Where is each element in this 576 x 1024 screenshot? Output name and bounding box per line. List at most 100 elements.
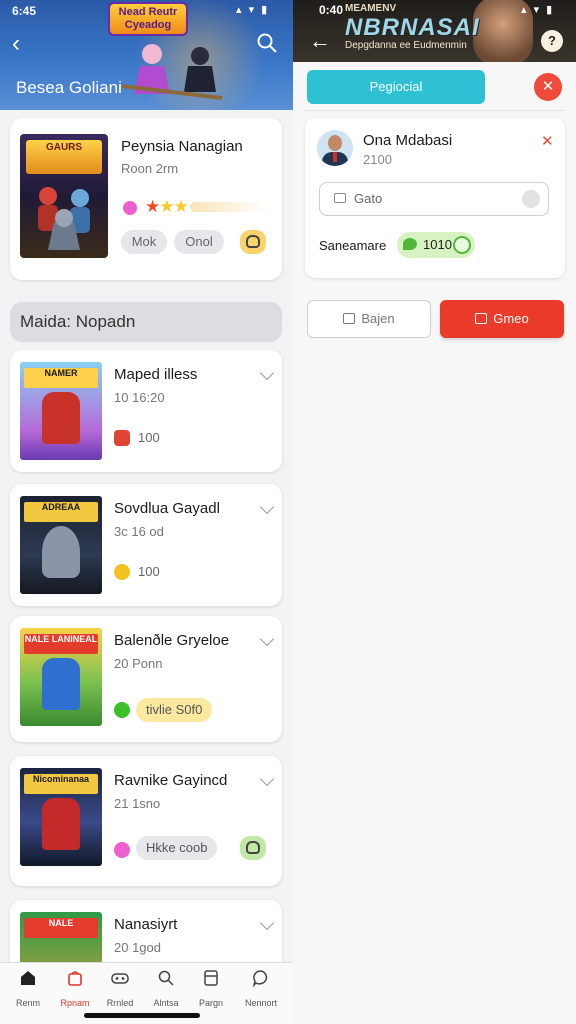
right-header-subtitle: Depgdanna ee Eudmenmin	[345, 40, 467, 51]
section-header: Maida: Nopadn	[10, 302, 282, 342]
badge-icon	[114, 430, 130, 446]
help-icon[interactable]: ?	[541, 30, 563, 52]
banner-art	[121, 44, 223, 100]
chevron-down-icon[interactable]	[259, 499, 275, 515]
nav-label: Renm	[15, 998, 40, 1008]
rating-stars: ★★★	[145, 197, 189, 216]
tag-icon	[343, 313, 356, 324]
bag-icon	[246, 235, 260, 248]
plus-icon[interactable]	[453, 236, 471, 254]
nav-label: Rpnam	[60, 998, 90, 1008]
status-icons: ▴ ▾ ▮	[521, 4, 555, 16]
list-item[interactable]: NALE LANINEAL Balenðle Gryeloe 20 Ponn t…	[10, 616, 282, 742]
item-subtitle: 21 1sno	[114, 796, 161, 811]
nav-label: Alntsa	[153, 998, 179, 1008]
status-icons: ▴ ▾ ▮	[236, 4, 270, 16]
bag-button[interactable]	[240, 836, 266, 860]
nav-item-feed[interactable]: Rrnled	[96, 969, 144, 1013]
item-figure	[42, 798, 80, 850]
search-icon[interactable]	[256, 32, 278, 54]
left-pane: 6:45 ▴ ▾ ▮ Nead Reutr Cyeadog ‹ Besea Go…	[0, 0, 293, 1024]
item-figure	[42, 526, 80, 578]
back-arrow-icon[interactable]: ←	[309, 28, 331, 54]
left-header: 6:45 ▴ ▾ ▮ Nead Reutr Cyeadog ‹ Besea Go…	[0, 0, 293, 110]
bag-button[interactable]	[240, 230, 266, 254]
item-subtitle: 3c 16 od	[114, 524, 164, 539]
item-pill[interactable]: Hkke coob	[136, 836, 218, 860]
chevron-down-icon[interactable]	[259, 631, 275, 647]
item-thumb-text: NAMER	[24, 368, 98, 388]
featured-thumb-text: GAURS	[26, 140, 102, 174]
search-icon	[158, 970, 174, 986]
item-thumbnail: NALE LANINEAL	[20, 628, 102, 726]
item-title: Balenðle Gryeloe	[114, 632, 230, 649]
bag-icon	[246, 841, 260, 854]
amount-stepper[interactable]: 1010	[397, 232, 475, 258]
nav-item-active[interactable]: Rpnam	[51, 969, 99, 1013]
item-title: Sovdlua Gayadl	[114, 500, 220, 517]
list-item[interactable]: NAMER Maped illess 10 16:20 100	[10, 350, 282, 472]
field-icon	[334, 193, 346, 203]
nav-label: Pargn	[198, 998, 224, 1008]
nav-label: Nennort	[244, 998, 278, 1008]
featured-subtitle: Roon 2rm	[121, 161, 179, 176]
status-dot	[114, 702, 130, 718]
list-item[interactable]: Nicominanaa Ravnike Gayincd 21 1sno Hkke…	[10, 756, 282, 886]
chat-icon	[252, 970, 268, 988]
cart-icon	[475, 313, 488, 324]
item-pill[interactable]: tivlie S0f0	[136, 698, 213, 722]
status-time: 6:45	[12, 4, 37, 18]
item-thumb-text: Nicominanaa	[24, 774, 98, 794]
nav-item-search[interactable]: Alntsa	[142, 969, 190, 1013]
nav-item-home[interactable]: Renm	[4, 969, 52, 1013]
nav-item-messages[interactable]: Nennort	[237, 969, 285, 1013]
nav-item-page[interactable]: Pargn	[187, 969, 235, 1013]
chevron-down-icon[interactable]	[259, 915, 275, 931]
amount-value: 1010	[423, 237, 452, 252]
status-dot	[123, 201, 137, 215]
bag-icon	[68, 971, 82, 986]
status-time: 0:40	[319, 3, 344, 17]
primary-action-button[interactable]: Pegiocial	[307, 70, 485, 104]
featured-card[interactable]: GAURS Peynsia Nanagian Roon 2rm ★★★ Mok …	[10, 118, 282, 280]
item-thumbnail: ADREAA	[20, 496, 102, 594]
chevron-down-icon[interactable]	[259, 365, 275, 381]
rating-bar	[190, 202, 268, 212]
item-figure	[42, 658, 80, 710]
featured-art	[38, 187, 90, 250]
user-sub: 2100	[363, 152, 392, 167]
close-icon[interactable]: ✕	[541, 132, 554, 150]
coin-icon	[114, 564, 130, 580]
home-indicator	[84, 1013, 200, 1018]
featured-thumbnail: GAURS	[20, 134, 108, 258]
item-title: Nanasiyrt	[114, 916, 178, 933]
chip-onol[interactable]: Onol	[174, 230, 224, 254]
avatar	[317, 130, 353, 166]
page-title: Besea Goliani	[16, 78, 122, 97]
list-item[interactable]: ADREAA Sovdlua Gayadl 3c 16 od 100	[10, 484, 282, 606]
user-card: Ona Mdabasi 2100 ✕ Gato Saneamare 1010	[305, 118, 565, 278]
submit-icon[interactable]	[522, 190, 540, 208]
user-name: Ona Mdabasi	[363, 132, 453, 149]
page-icon	[204, 970, 218, 986]
back-icon[interactable]: ‹	[12, 30, 20, 58]
chip-mok[interactable]: Mok	[121, 230, 167, 254]
chevron-down-icon[interactable]	[259, 771, 275, 787]
secondary-button[interactable]: Bajen	[307, 300, 431, 338]
avatar-head	[328, 135, 342, 151]
status-dot	[114, 842, 130, 858]
right-pane: 0:40 MEAMENV ▴ ▾ ▮ ← NBRNASAI Depgdanna …	[293, 0, 576, 1024]
leaf-icon	[403, 238, 417, 250]
gamepad-icon	[111, 973, 129, 984]
header-kicker: MEAMENV	[345, 3, 397, 14]
close-icon[interactable]: ✕	[534, 73, 562, 101]
item-title: Ravnike Gayincd	[114, 772, 228, 789]
item-thumb-text: ADREAA	[24, 502, 98, 522]
confirm-button[interactable]: Gmeo	[440, 300, 564, 338]
code-input[interactable]: Gato	[319, 182, 549, 216]
nav-label: Rrnled	[106, 998, 134, 1008]
input-value: Gato	[354, 191, 383, 206]
home-icon	[21, 971, 35, 985]
item-thumbnail: Nicominanaa	[20, 768, 102, 866]
right-header-title: NBRNASAI	[345, 14, 480, 41]
